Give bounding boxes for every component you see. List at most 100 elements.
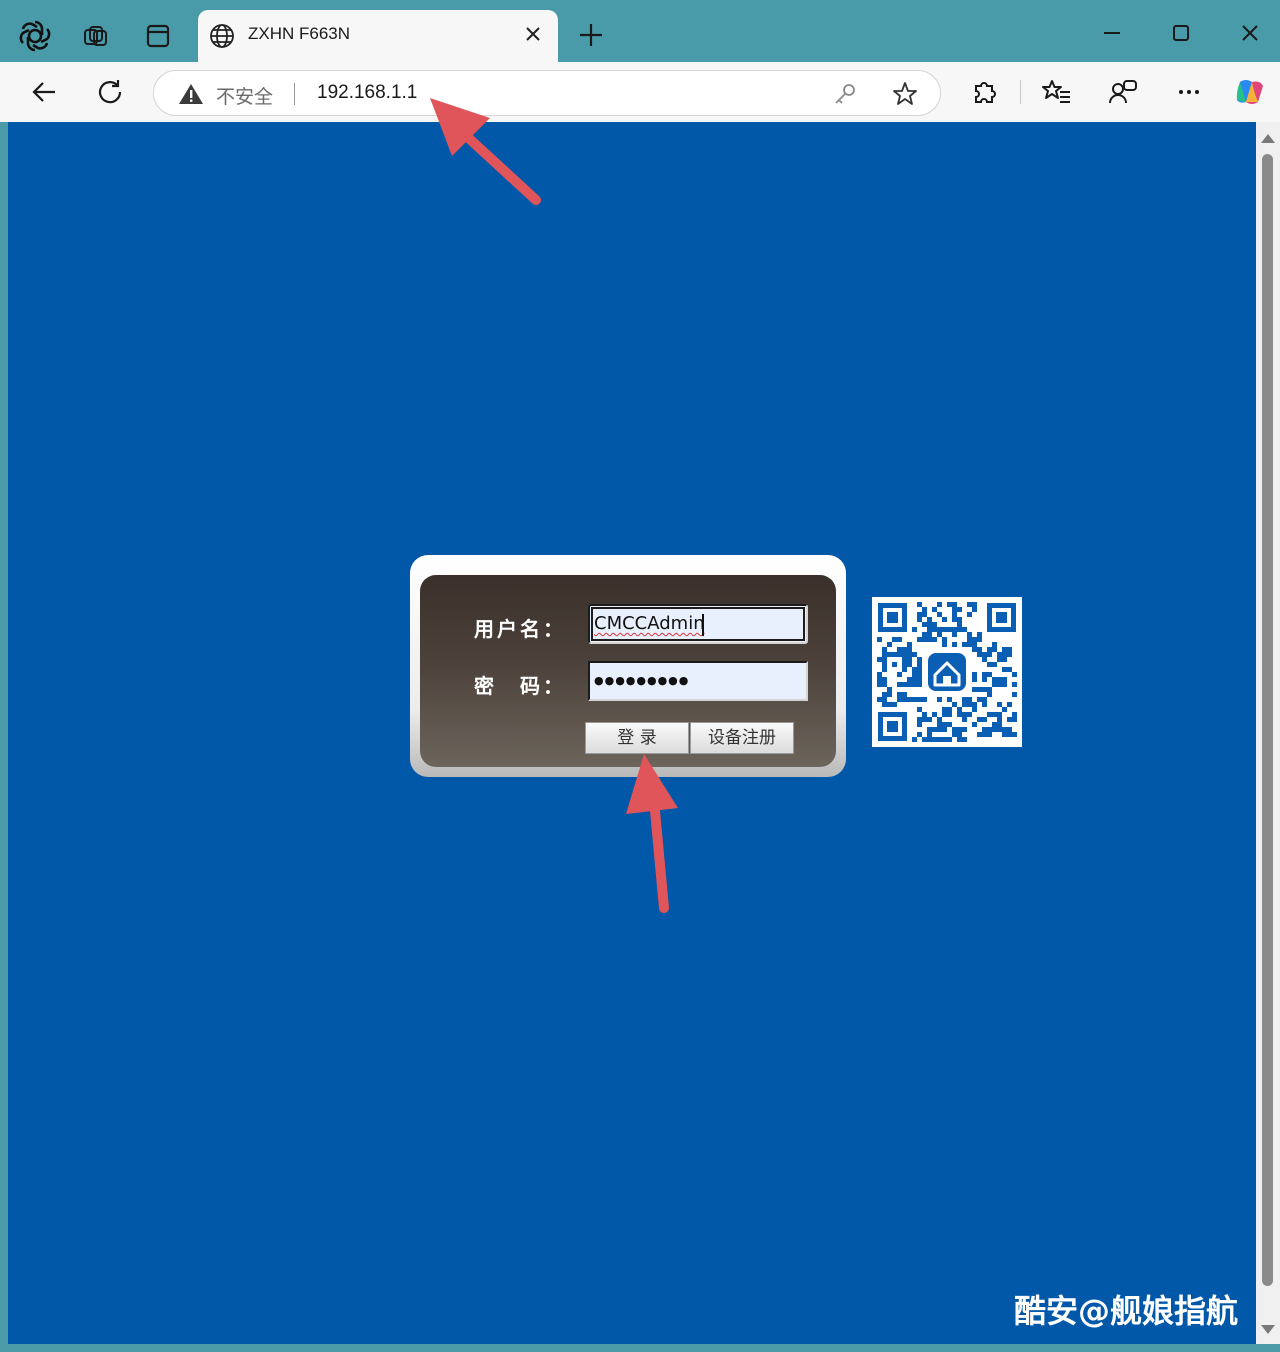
qr-module bbox=[987, 727, 992, 732]
qr-module bbox=[942, 642, 947, 647]
qr-module bbox=[972, 687, 977, 692]
scroll-up-arrow-icon[interactable] bbox=[1261, 134, 1275, 143]
qr-module bbox=[962, 717, 967, 722]
address-bar[interactable]: 不安全 192.168.1.1 bbox=[153, 70, 941, 116]
qr-module bbox=[977, 717, 982, 722]
qr-module bbox=[972, 707, 977, 712]
qr-module bbox=[917, 612, 922, 617]
qr-module bbox=[922, 712, 927, 717]
qr-module bbox=[917, 677, 922, 682]
toolbar-divider bbox=[1020, 80, 1021, 104]
vertical-tabs-icon[interactable] bbox=[138, 16, 178, 56]
qr-module bbox=[987, 662, 992, 667]
qr-module bbox=[882, 692, 887, 697]
qr-module bbox=[977, 652, 982, 657]
qr-module bbox=[922, 622, 927, 627]
qr-module bbox=[952, 642, 957, 647]
register-device-button[interactable]: 设备注册 bbox=[690, 722, 794, 754]
login-panel-inner: 用户名： CMCCAdmin 密 码： ●●●●●●●●● 登 录 设备注册 bbox=[420, 575, 836, 767]
qr-module bbox=[962, 702, 967, 707]
password-mask: ●●●●●●●●● bbox=[594, 674, 690, 687]
chatgpt-app-icon[interactable] bbox=[15, 16, 55, 56]
favorite-star-icon[interactable] bbox=[892, 81, 918, 107]
puzzle-icon bbox=[975, 82, 996, 103]
qr-module bbox=[932, 637, 937, 642]
browser-toolbar: 不安全 192.168.1.1 bbox=[0, 62, 1280, 122]
login-panel: 用户名： CMCCAdmin 密 码： ●●●●●●●●● 登 录 设备注册 bbox=[410, 555, 846, 777]
qr-module bbox=[992, 677, 997, 682]
qr-module bbox=[902, 652, 907, 657]
qr-module bbox=[972, 672, 977, 677]
minimize-icon[interactable] bbox=[1097, 18, 1127, 48]
key-icon[interactable] bbox=[832, 81, 858, 107]
favorites-button[interactable] bbox=[1039, 74, 1075, 110]
qr-module bbox=[947, 697, 952, 702]
copilot-icon bbox=[1236, 80, 1263, 104]
qr-module bbox=[912, 627, 917, 632]
qr-module bbox=[882, 682, 887, 687]
extensions-button[interactable] bbox=[966, 74, 1002, 110]
qr-module bbox=[952, 702, 957, 707]
qr-module bbox=[877, 657, 882, 662]
refresh-button[interactable] bbox=[92, 74, 128, 110]
qr-module bbox=[972, 677, 977, 682]
qr-module bbox=[882, 662, 887, 667]
qr-module bbox=[952, 617, 957, 622]
qr-module bbox=[952, 727, 957, 732]
qr-module bbox=[997, 652, 1002, 657]
qr-module bbox=[897, 672, 902, 677]
qr-module bbox=[937, 602, 942, 607]
qr-module bbox=[1007, 647, 1012, 652]
qr-module bbox=[932, 737, 937, 742]
qr-module bbox=[952, 602, 957, 607]
password-label: 密 码： bbox=[474, 674, 566, 698]
password-input[interactable]: ●●●●●●●●● bbox=[588, 661, 808, 701]
scrollbar-thumb[interactable] bbox=[1262, 154, 1273, 1286]
qr-module bbox=[1007, 717, 1012, 722]
more-options-button[interactable] bbox=[1171, 74, 1207, 110]
back-button[interactable] bbox=[26, 74, 62, 110]
profile-button[interactable] bbox=[1105, 74, 1141, 110]
qr-module bbox=[917, 697, 922, 702]
qr-module bbox=[877, 677, 882, 682]
qr-module bbox=[972, 602, 977, 607]
qr-module bbox=[927, 637, 932, 642]
qr-module bbox=[972, 722, 977, 727]
qr-module bbox=[962, 712, 967, 717]
address-divider bbox=[294, 83, 295, 105]
maximize-icon[interactable] bbox=[1166, 18, 1196, 48]
scroll-down-arrow-icon[interactable] bbox=[1261, 1325, 1275, 1334]
qr-module bbox=[1012, 672, 1017, 677]
qr-module bbox=[887, 692, 892, 697]
login-button[interactable]: 登 录 bbox=[585, 722, 689, 754]
qr-module bbox=[972, 607, 977, 612]
url-text[interactable]: 192.168.1.1 bbox=[317, 82, 417, 104]
qr-module bbox=[927, 632, 932, 637]
qr-module bbox=[922, 607, 927, 612]
qr-module bbox=[917, 637, 922, 642]
security-status[interactable]: 不安全 bbox=[216, 82, 273, 109]
qr-module bbox=[942, 617, 947, 622]
workspaces-icon[interactable] bbox=[75, 16, 115, 56]
close-tab-icon[interactable] bbox=[522, 23, 544, 45]
qr-module bbox=[937, 727, 942, 732]
qr-module bbox=[907, 647, 912, 652]
qr-module bbox=[957, 622, 962, 627]
qr-module bbox=[917, 707, 922, 712]
copilot-button[interactable] bbox=[1232, 74, 1268, 110]
username-input[interactable]: CMCCAdmin bbox=[588, 604, 808, 644]
globe-icon bbox=[210, 24, 234, 48]
qr-module bbox=[957, 727, 962, 732]
qr-module bbox=[947, 722, 952, 727]
warning-icon[interactable] bbox=[178, 82, 204, 106]
new-tab-icon[interactable] bbox=[576, 20, 606, 50]
qr-module bbox=[902, 662, 907, 667]
qr-module bbox=[887, 642, 892, 647]
close-window-icon[interactable] bbox=[1235, 18, 1265, 48]
active-tab[interactable]: ZXHN F663N bbox=[198, 10, 558, 62]
qr-module bbox=[897, 682, 902, 687]
qr-module bbox=[1012, 692, 1017, 697]
vertical-scrollbar[interactable] bbox=[1256, 122, 1280, 1344]
qr-module bbox=[972, 647, 977, 652]
qr-module bbox=[982, 727, 987, 732]
